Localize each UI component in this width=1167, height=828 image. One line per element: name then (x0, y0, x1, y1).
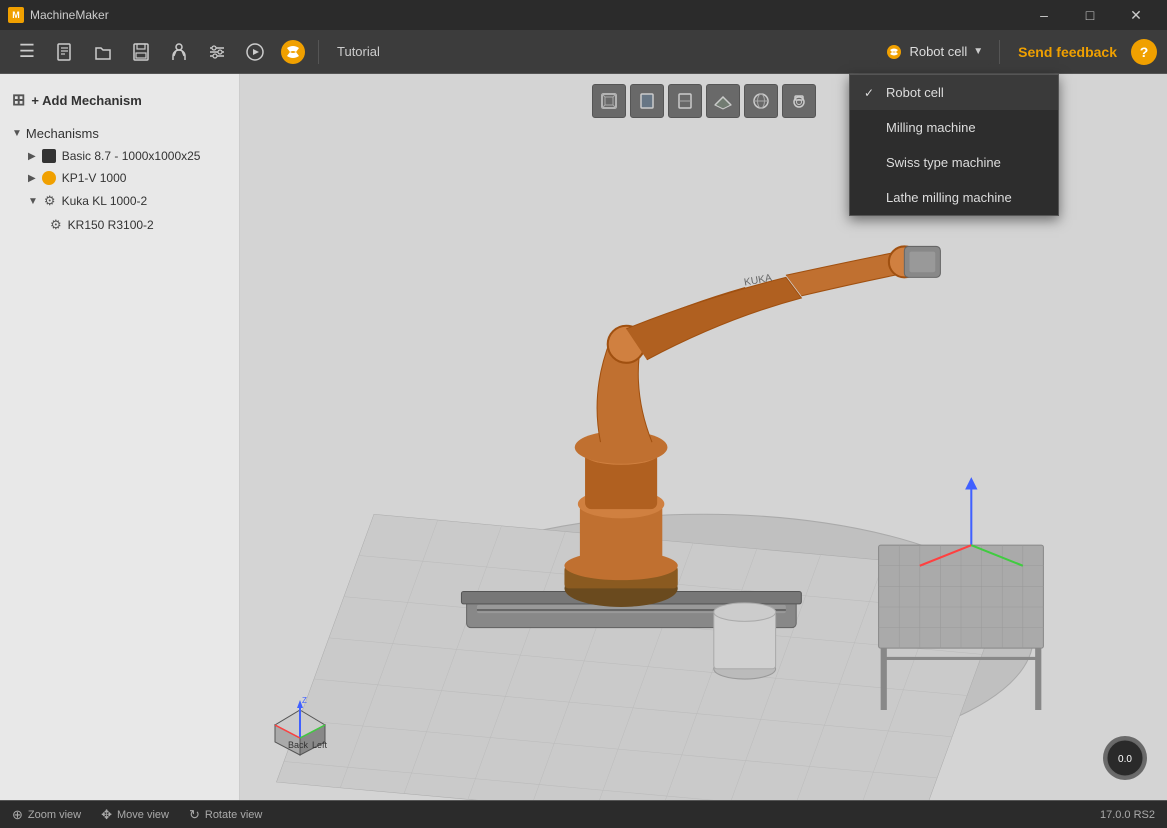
kr150-label: KR150 R3100-2 (68, 218, 154, 232)
coord-indicator: 0.0 (1103, 736, 1147, 780)
viewport[interactable]: KUKA (240, 74, 1167, 800)
dropdown-item-swiss-type[interactable]: Swiss type machine (850, 145, 1058, 180)
mechanisms-label: Mechanisms (26, 126, 99, 141)
move-icon: ✥ (101, 807, 112, 823)
basic-label: Basic 8.7 - 1000x1000x25 (62, 149, 201, 163)
tree-item-kr150[interactable]: ⚙ KR150 R3100-2 (0, 213, 239, 237)
toolbar-separator-1 (318, 40, 319, 64)
dropdown-item-robot-cell[interactable]: ✓ Robot cell (850, 75, 1058, 110)
maximize-button[interactable]: □ (1067, 0, 1113, 30)
play-button[interactable] (238, 35, 272, 69)
main-area: ⊞ + Add Mechanism ▼ Mechanisms ▶ Basic 8… (0, 74, 1167, 800)
tree-section: ▼ Mechanisms ▶ Basic 8.7 - 1000x1000x25 … (0, 122, 239, 237)
dropdown-arrow-icon: ▼ (973, 46, 983, 57)
camera-view-button[interactable] (782, 84, 816, 118)
dropdown-item-milling-machine[interactable]: Milling machine (850, 110, 1058, 145)
sidebar: ⊞ + Add Mechanism ▼ Mechanisms ▶ Basic 8… (0, 74, 240, 800)
dropdown-item-lathe-label: Lathe milling machine (886, 190, 1012, 205)
rotate-icon: ↻ (189, 807, 200, 823)
basic-expand-icon: ▶ (28, 151, 36, 162)
check-icon: ✓ (864, 86, 878, 100)
open-button[interactable] (86, 35, 120, 69)
help-button[interactable]: ? (1131, 39, 1157, 65)
status-bar: ⊕ Zoom view ✥ Move view ↻ Rotate view 17… (0, 800, 1167, 828)
move-status: ✥ Move view (101, 807, 169, 823)
robot-button[interactable] (162, 35, 196, 69)
svg-text:Back: Back (288, 740, 309, 750)
close-button[interactable]: ✕ (1113, 0, 1159, 30)
move-label: Move view (117, 809, 169, 821)
kp1-label: KP1-V 1000 (62, 171, 127, 185)
perspective-view-button[interactable] (592, 84, 626, 118)
zoom-label: Zoom view (28, 809, 81, 821)
save-button[interactable] (124, 35, 158, 69)
tree-item-kp1[interactable]: ▶ KP1-V 1000 (0, 167, 239, 189)
dropdown-current-label: Robot cell (909, 44, 967, 59)
title-bar: M MachineMaker – □ ✕ (0, 0, 1167, 30)
mechanisms-arrow-icon: ▼ (12, 128, 22, 139)
dropdown-item-robot-cell-label: Robot cell (886, 85, 944, 100)
tree-item-kuka[interactable]: ▼ ⚙ Kuka KL 1000-2 (0, 189, 239, 213)
send-feedback-button[interactable]: Send feedback (1008, 40, 1127, 64)
dropdown-item-lathe[interactable]: Lathe milling machine (850, 180, 1058, 215)
globe-view-button[interactable] (744, 84, 778, 118)
add-mechanism-button[interactable]: ⊞ + Add Mechanism (0, 84, 239, 116)
side-view-button[interactable] (668, 84, 702, 118)
rotate-label: Rotate view (205, 809, 262, 821)
tutorial-label: Tutorial (337, 44, 380, 59)
title-bar-left: M MachineMaker (8, 7, 109, 23)
app-title: MachineMaker (30, 8, 109, 22)
kr150-icon: ⚙ (50, 217, 62, 233)
view-toolbar (592, 84, 816, 118)
app-icon: M (8, 7, 24, 23)
menu-button[interactable]: ☰ (10, 35, 44, 69)
kuka-expand-icon: ▼ (28, 196, 38, 207)
svg-text:0.0: 0.0 (1118, 754, 1132, 765)
title-bar-controls: – □ ✕ (1021, 0, 1159, 30)
kuka-label: Kuka KL 1000-2 (62, 194, 148, 208)
basic-icon (42, 149, 56, 163)
kuka-icon: ⚙ (44, 193, 56, 209)
rotate-status: ↻ Rotate view (189, 807, 262, 823)
kp1-icon (42, 171, 56, 185)
tree-item-basic[interactable]: ▶ Basic 8.7 - 1000x1000x25 (0, 145, 239, 167)
svg-text:Left: Left (312, 740, 328, 750)
view-cube: Back Left Z (260, 690, 340, 770)
toolbar: ☰ (0, 30, 1167, 74)
version-text: 17.0.0 RS2 (1100, 809, 1155, 821)
kp1-expand-icon: ▶ (28, 173, 36, 184)
add-icon: ⊞ (12, 90, 25, 110)
dropdown-item-swiss-label: Swiss type machine (886, 155, 1001, 170)
front-view-button[interactable] (630, 84, 664, 118)
settings-button[interactable] (200, 35, 234, 69)
toolbar-separator-2 (999, 40, 1000, 64)
zoom-status: ⊕ Zoom view (12, 807, 81, 823)
mechanisms-header[interactable]: ▼ Mechanisms (0, 122, 239, 145)
svg-text:Z: Z (302, 696, 307, 705)
brand-button[interactable] (276, 35, 310, 69)
plane-view-button[interactable] (706, 84, 740, 118)
robot-cell-dropdown[interactable]: Robot cell ▼ (877, 39, 991, 65)
zoom-icon: ⊕ (12, 807, 23, 823)
minimize-button[interactable]: – (1021, 0, 1067, 30)
add-mechanism-label: + Add Mechanism (31, 93, 141, 108)
dropdown-item-milling-label: Milling machine (886, 120, 976, 135)
new-button[interactable] (48, 35, 82, 69)
dropdown-menu: ✓ Robot cell Milling machine Swiss type … (849, 74, 1059, 216)
